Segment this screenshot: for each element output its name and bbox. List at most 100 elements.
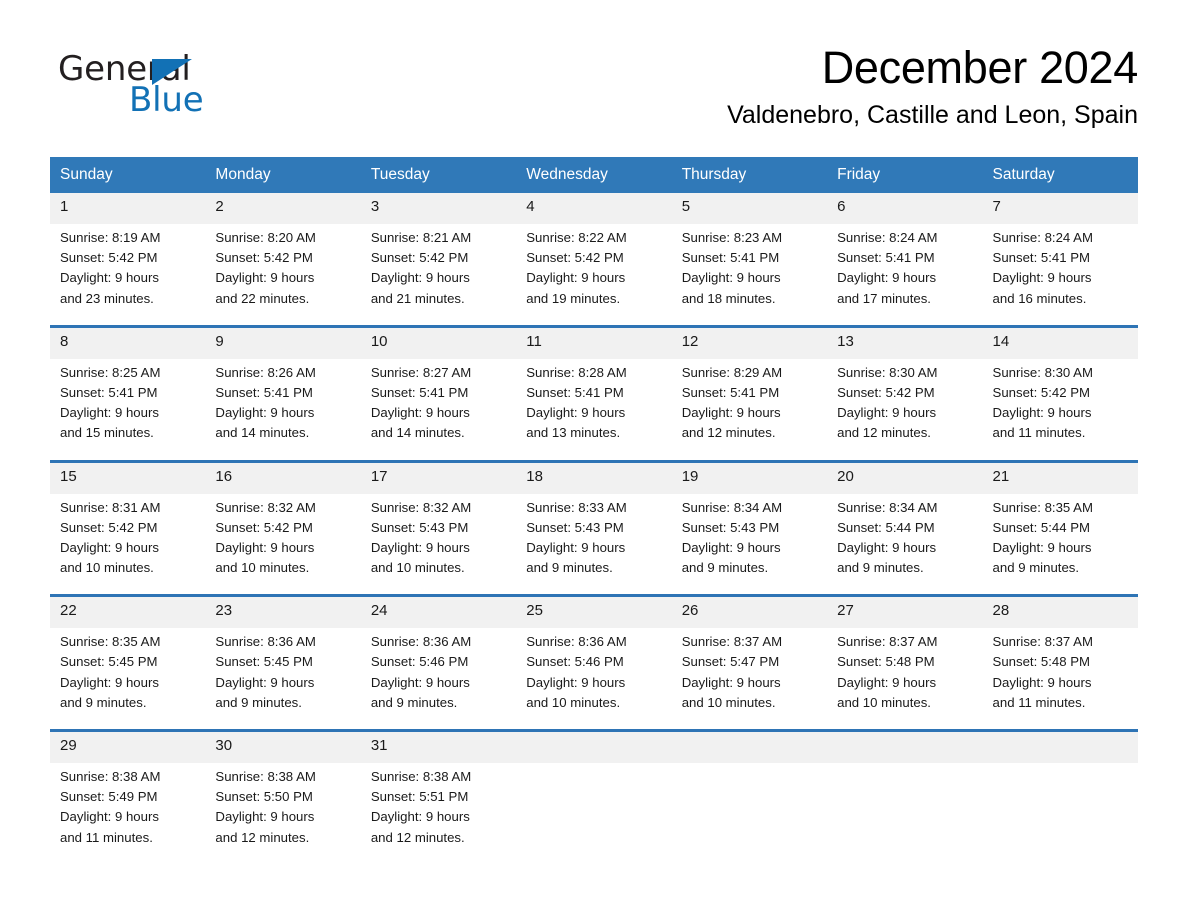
day-cell[interactable]: Sunrise: 8:36 AM Sunset: 5:46 PM Daylight:… xyxy=(360,628,517,729)
day-sunrise-text: Sunrise: 8:36 AM xyxy=(370,634,472,650)
day-daylight-line1-text: Daylight: 9 hours xyxy=(60,270,159,286)
day-number[interactable]: 3 xyxy=(360,193,517,224)
day-daylight-line1-text: Daylight: 9 hours xyxy=(992,539,1092,555)
day-number[interactable]: 21 xyxy=(982,462,1138,494)
day-sunrise-text: Sunrise: 8:36 AM xyxy=(215,634,316,650)
day-sunrise-text: Sunrise: 8:30 AM xyxy=(992,364,1093,380)
day-number[interactable]: 10 xyxy=(360,327,517,359)
day-daylight-line1-text: Daylight: 9 hours xyxy=(526,270,626,286)
day-number[interactable]: 29 xyxy=(50,732,206,763)
day-number[interactable]: 9 xyxy=(205,327,361,359)
day-cell[interactable]: Sunrise: 8:33 AM Sunset: 5:43 PM Daylight:… xyxy=(516,493,672,595)
day-cell[interactable]: Sunrise: 8:26 AM Sunset: 5:41 PM Daylight:… xyxy=(205,358,361,460)
day-cell[interactable]: Sunrise: 8:35 AM Sunset: 5:44 PM Daylight:… xyxy=(982,493,1138,595)
day-cell[interactable]: Sunrise: 8:32 AM Sunset: 5:43 PM Daylight:… xyxy=(360,493,517,595)
day-cell[interactable]: Sunrise: 8:34 AM Sunset: 5:44 PM Daylight:… xyxy=(827,493,983,595)
day-cell[interactable]: Sunrise: 8:37 AM Sunset: 5:47 PM Daylight:… xyxy=(671,628,828,729)
day-cell[interactable]: Sunrise: 8:30 AM Sunset: 5:42 PM Daylight:… xyxy=(827,358,983,460)
day-sunset-text: Sunset: 5:42 PM xyxy=(370,250,469,266)
day-daylight-line2-text: and 22 minutes. xyxy=(215,290,310,306)
day-cell[interactable]: Sunrise: 8:19 AM Sunset: 5:42 PM Daylight:… xyxy=(50,224,206,325)
day-cell[interactable]: Sunrise: 8:37 AM Sunset: 5:48 PM Daylight:… xyxy=(827,628,983,729)
day-number[interactable]: 1 xyxy=(50,193,206,224)
day-number[interactable]: 18 xyxy=(516,462,672,494)
day-number[interactable]: 27 xyxy=(827,597,983,629)
day-number[interactable]: 20 xyxy=(827,462,983,494)
day-daylight-line1-text: Daylight: 9 hours xyxy=(992,405,1092,421)
day-number[interactable]: 12 xyxy=(671,327,828,359)
day-number[interactable]: 5 xyxy=(671,193,828,224)
day-number[interactable]: 16 xyxy=(205,462,361,494)
day-number[interactable]: 31 xyxy=(360,732,517,763)
day-number[interactable]: 14 xyxy=(982,327,1138,359)
day-sunset-text: Sunset: 5:45 PM xyxy=(60,654,158,670)
day-info-row: Sunrise: 8:35 AM Sunset: 5:45 PM Daylight:… xyxy=(50,628,1138,729)
day-daylight-line1-text: Daylight: 9 hours xyxy=(526,405,626,421)
day-cell[interactable]: Sunrise: 8:38 AM Sunset: 5:50 PM Daylight:… xyxy=(205,763,361,864)
day-cell[interactable]: Sunrise: 8:24 AM Sunset: 5:41 PM Daylight:… xyxy=(982,224,1138,325)
day-number-empty xyxy=(671,732,828,763)
day-cell[interactable]: Sunrise: 8:24 AM Sunset: 5:41 PM Daylight:… xyxy=(827,224,983,325)
weekday-header-sunday: Sunday xyxy=(50,157,206,193)
day-sunrise-text: Sunrise: 8:38 AM xyxy=(370,769,472,784)
day-number[interactable]: 26 xyxy=(671,597,828,629)
day-cell[interactable]: Sunrise: 8:31 AM Sunset: 5:42 PM Daylight:… xyxy=(50,493,206,595)
day-daylight-line2-text: and 9 minutes. xyxy=(992,560,1080,576)
day-sunrise-text: Sunrise: 8:19 AM xyxy=(60,230,161,245)
title-block: December 2024 Valdenebro, Castille and L… xyxy=(338,43,1138,129)
day-number[interactable]: 4 xyxy=(516,193,672,224)
day-sunset-text: Sunset: 5:41 PM xyxy=(215,384,313,400)
day-number[interactable]: 28 xyxy=(982,597,1138,629)
day-cell[interactable]: Sunrise: 8:34 AM Sunset: 5:43 PM Daylight:… xyxy=(671,493,828,595)
day-number[interactable]: 22 xyxy=(50,597,206,629)
day-number[interactable]: 19 xyxy=(671,462,828,494)
day-sunset-text: Sunset: 5:46 PM xyxy=(370,654,469,670)
day-number-empty xyxy=(516,732,672,763)
day-number[interactable]: 23 xyxy=(205,597,361,629)
day-cell[interactable]: Sunrise: 8:25 AM Sunset: 5:41 PM Daylight:… xyxy=(50,358,206,460)
day-cell[interactable]: Sunrise: 8:35 AM Sunset: 5:45 PM Daylight:… xyxy=(50,628,206,729)
day-sunrise-text: Sunrise: 8:37 AM xyxy=(681,634,783,650)
day-cell[interactable]: Sunrise: 8:32 AM Sunset: 5:42 PM Daylight:… xyxy=(205,493,361,595)
day-daylight-line1-text: Daylight: 9 hours xyxy=(60,674,159,690)
day-cell[interactable]: Sunrise: 8:20 AM Sunset: 5:42 PM Daylight:… xyxy=(205,224,361,325)
day-sunset-text: Sunset: 5:50 PM xyxy=(215,789,313,805)
day-number[interactable]: 2 xyxy=(205,193,361,224)
day-number[interactable]: 6 xyxy=(827,193,983,224)
day-cell[interactable]: Sunrise: 8:23 AM Sunset: 5:41 PM Daylight:… xyxy=(671,224,828,325)
day-number[interactable]: 8 xyxy=(50,327,206,359)
day-cell[interactable]: Sunrise: 8:29 AM Sunset: 5:41 PM Daylight:… xyxy=(671,358,828,460)
day-daylight-line2-text: and 10 minutes. xyxy=(370,560,465,576)
day-number[interactable]: 25 xyxy=(516,597,672,629)
day-sunset-text: Sunset: 5:41 PM xyxy=(526,384,624,400)
day-sunrise-text: Sunrise: 8:24 AM xyxy=(992,230,1093,245)
day-daylight-line2-text: and 10 minutes. xyxy=(837,694,931,710)
day-daylight-line2-text: and 9 minutes. xyxy=(837,560,924,576)
day-number[interactable]: 11 xyxy=(516,327,672,359)
day-daylight-line2-text: and 11 minutes. xyxy=(60,829,153,845)
day-daylight-line2-text: and 10 minutes. xyxy=(60,560,154,576)
day-cell[interactable]: Sunrise: 8:28 AM Sunset: 5:41 PM Daylight:… xyxy=(516,358,672,460)
day-number[interactable]: 13 xyxy=(827,327,983,359)
day-cell[interactable]: Sunrise: 8:22 AM Sunset: 5:42 PM Daylight:… xyxy=(516,224,672,325)
day-number[interactable]: 17 xyxy=(360,462,517,494)
day-cell[interactable]: Sunrise: 8:27 AM Sunset: 5:41 PM Daylight:… xyxy=(360,358,517,460)
day-cell[interactable]: Sunrise: 8:38 AM Sunset: 5:49 PM Daylight:… xyxy=(50,763,206,864)
day-number[interactable]: 7 xyxy=(982,193,1138,224)
generalblue-logo[interactable]: General Blue xyxy=(58,52,318,122)
day-daylight-line2-text: and 12 minutes. xyxy=(681,425,776,441)
day-cell[interactable]: Sunrise: 8:21 AM Sunset: 5:42 PM Daylight:… xyxy=(360,224,517,325)
day-cell[interactable]: Sunrise: 8:38 AM Sunset: 5:51 PM Daylight:… xyxy=(360,763,517,864)
day-cell[interactable]: Sunrise: 8:36 AM Sunset: 5:46 PM Daylight:… xyxy=(516,628,672,729)
day-cell[interactable]: Sunrise: 8:30 AM Sunset: 5:42 PM Daylight:… xyxy=(982,358,1138,460)
day-daylight-line1-text: Daylight: 9 hours xyxy=(370,405,470,421)
day-daylight-line2-text: and 9 minutes. xyxy=(681,560,769,576)
day-number[interactable]: 24 xyxy=(360,597,517,629)
day-cell[interactable]: Sunrise: 8:37 AM Sunset: 5:48 PM Daylight:… xyxy=(982,628,1138,729)
day-sunset-text: Sunset: 5:44 PM xyxy=(837,519,935,535)
day-number[interactable]: 30 xyxy=(205,732,361,763)
logo-text-blue: Blue xyxy=(129,80,204,120)
day-number-row: 15 16 17 18 19 20 21 xyxy=(50,462,1138,494)
day-number[interactable]: 15 xyxy=(50,462,206,494)
day-cell[interactable]: Sunrise: 8:36 AM Sunset: 5:45 PM Daylight:… xyxy=(205,628,361,729)
